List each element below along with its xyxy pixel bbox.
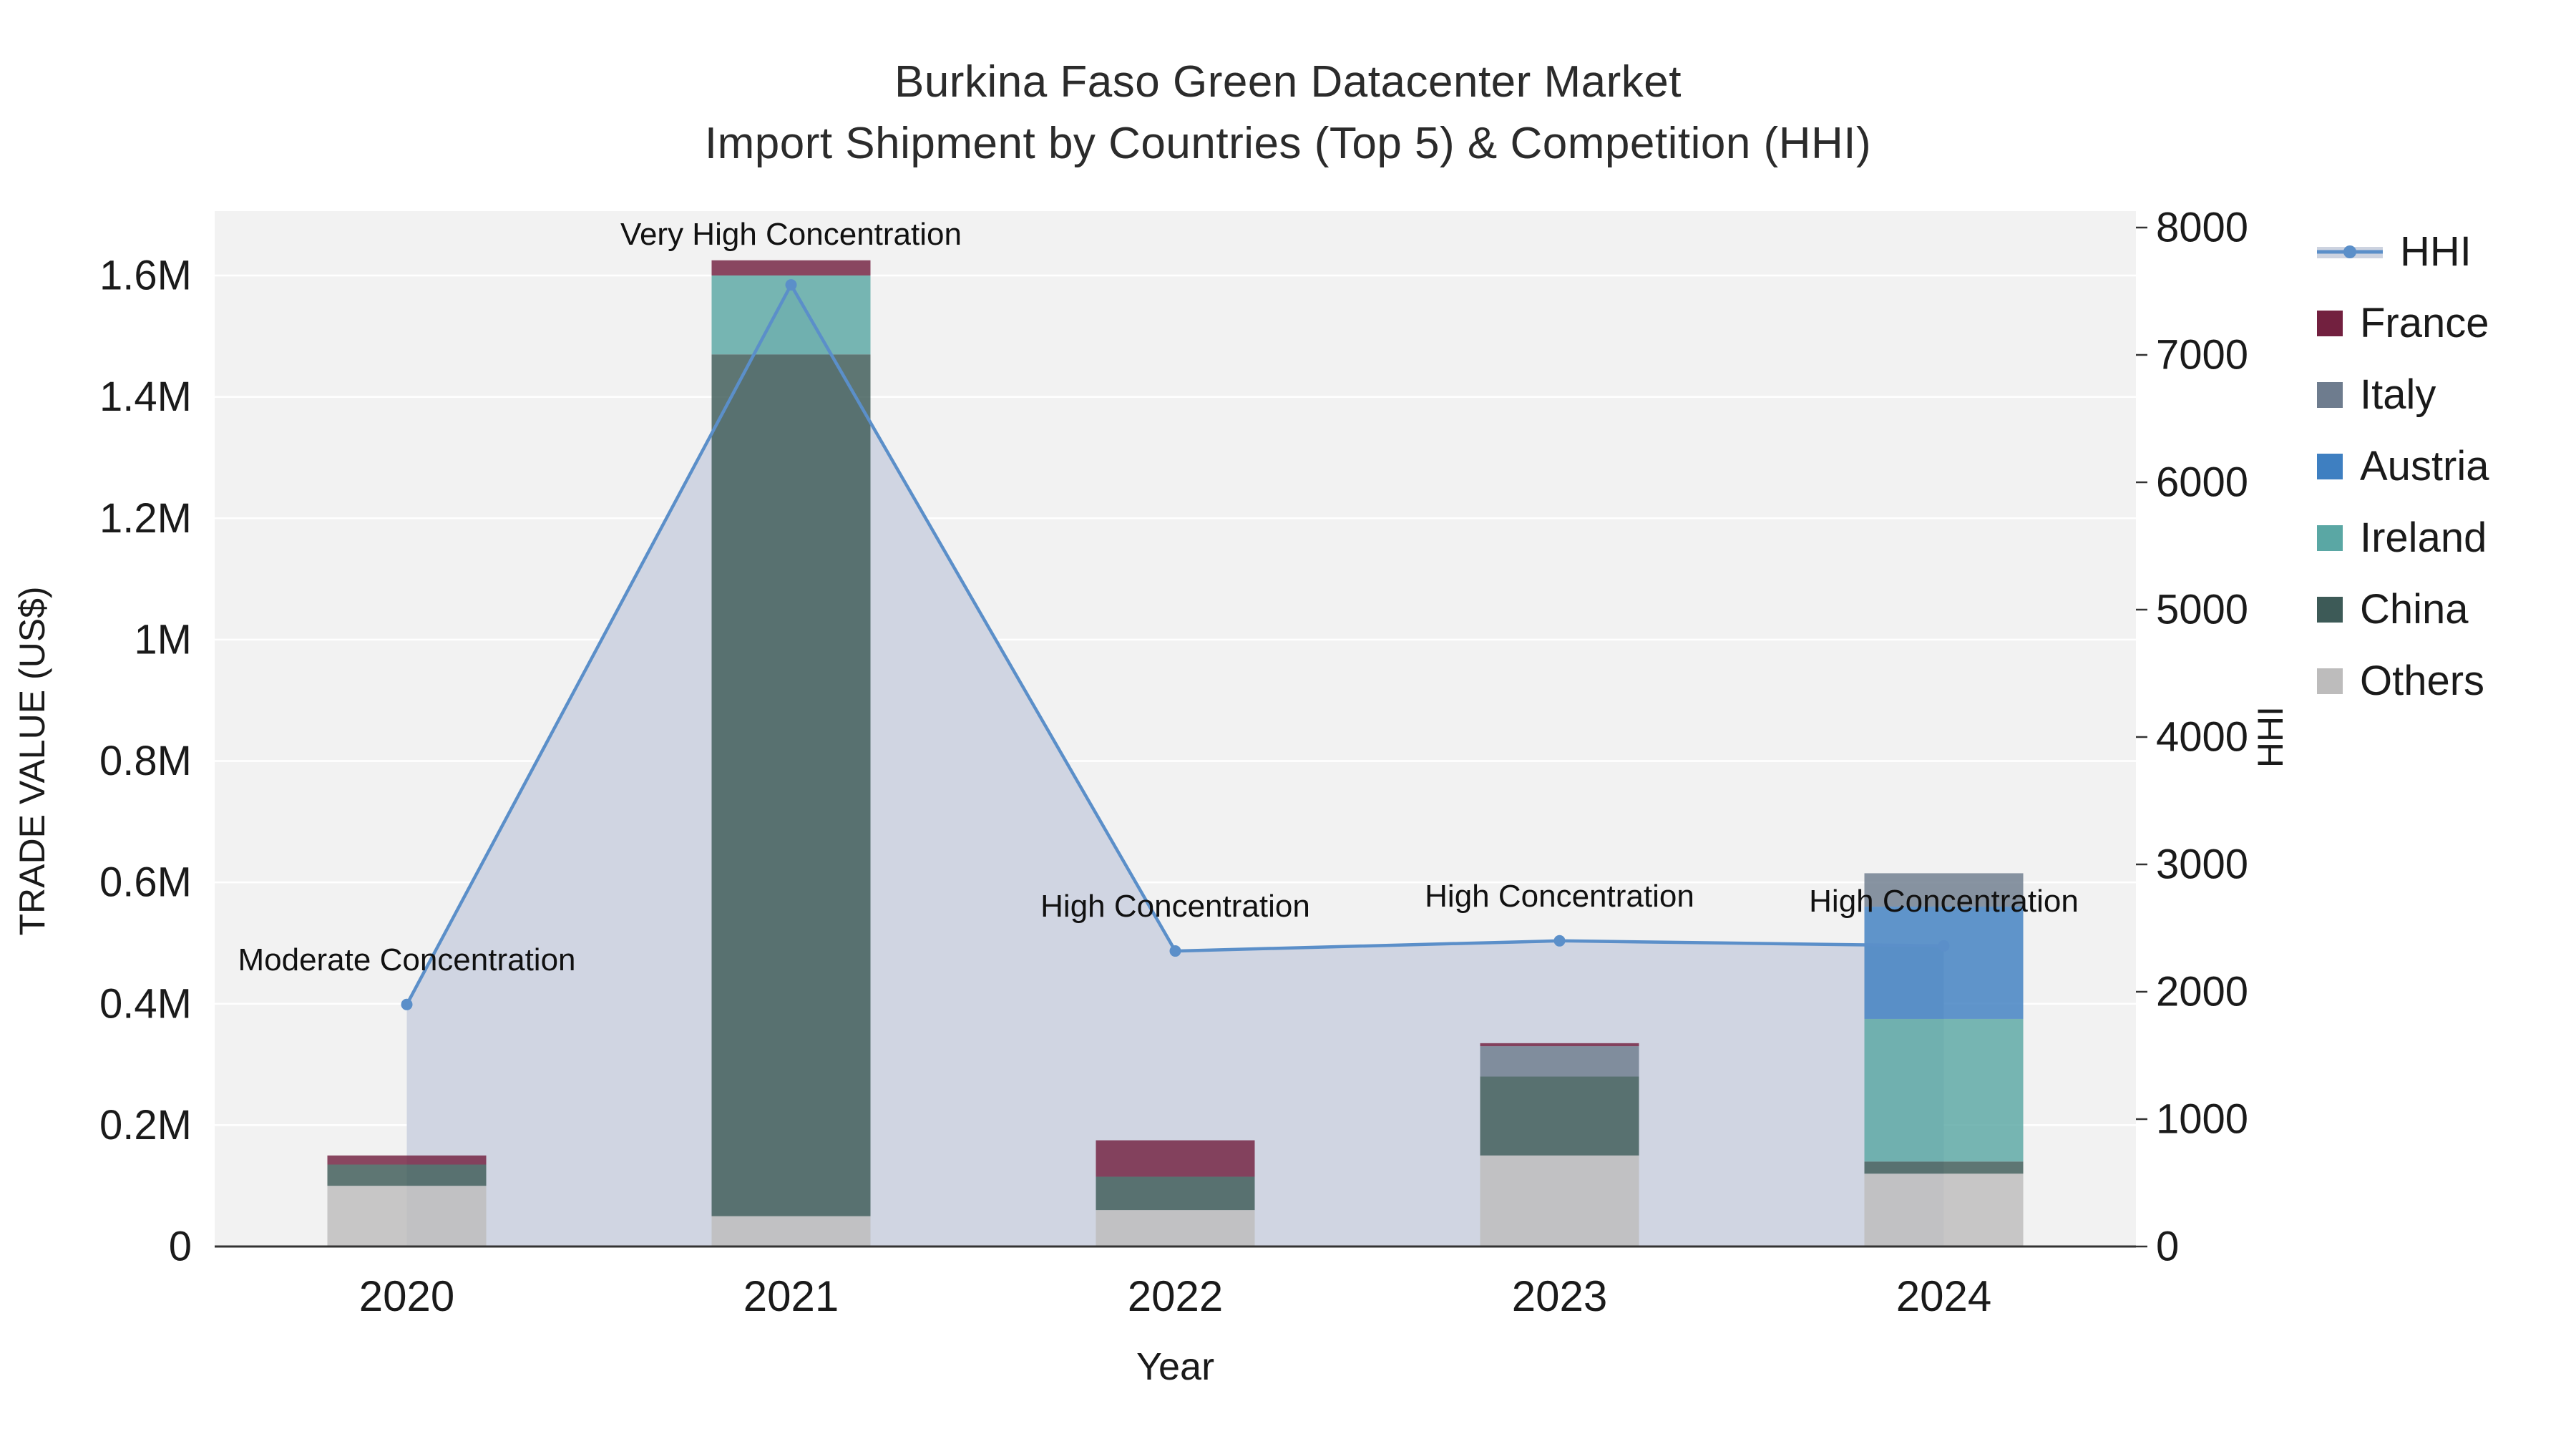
legend-item-china[interactable]: China <box>2317 585 2489 633</box>
italy-legend-swatch <box>2317 381 2343 408</box>
y-right-tick-label: 2000 <box>2156 969 2248 1015</box>
chart-legend: HHI France Italy Austria Ireland China Others <box>2317 228 2489 705</box>
bar-china-2021[interactable] <box>711 354 871 1216</box>
annotation: High Concentration <box>1040 889 1310 924</box>
bar-china-2022[interactable] <box>1096 1176 1255 1211</box>
y-left-tick-label: 0.6M <box>99 859 192 906</box>
legend-item-austria[interactable]: Austria <box>2317 442 2489 490</box>
y-right-tick-label: 8000 <box>2156 205 2248 251</box>
legend-item-italy[interactable]: Italy <box>2317 371 2489 419</box>
y-left-tick-label: 0.2M <box>99 1102 192 1148</box>
bar-others-2024[interactable] <box>1864 1174 2024 1246</box>
x-tick-label: 2021 <box>743 1272 839 1320</box>
y-left-tick-label: 0 <box>169 1224 192 1270</box>
y-left-axis-title: TRADE VALUE (US$) <box>12 586 52 935</box>
chart-container: Burkina Faso Green Datacenter Market Imp… <box>0 0 2576 1449</box>
x-tick-label: 2020 <box>359 1272 454 1320</box>
x-tick-label: 2024 <box>1896 1272 1991 1320</box>
bar-ireland-2024[interactable] <box>1864 1018 2024 1162</box>
y-right-tick-label: 1000 <box>2156 1096 2248 1143</box>
bar-others-2021[interactable] <box>711 1216 871 1246</box>
legend-item-hhi[interactable]: HHI <box>2317 228 2489 275</box>
hhi-point-2021[interactable] <box>785 279 797 291</box>
legend-label: France <box>2360 300 2489 346</box>
hhi-point-2022[interactable] <box>1169 945 1181 957</box>
bar-china-2020[interactable] <box>327 1164 487 1186</box>
y-left-tick-label: 0.8M <box>99 738 192 784</box>
ireland-legend-swatch <box>2317 525 2343 551</box>
bar-others-2022[interactable] <box>1096 1210 1255 1246</box>
y-right-tick-label: 6000 <box>2156 459 2248 506</box>
x-tick-label: 2022 <box>1128 1272 1223 1320</box>
hhi-point-2024[interactable] <box>1938 940 1950 952</box>
legend-item-france[interactable]: France <box>2317 299 2489 347</box>
annotation: Moderate Concentration <box>238 942 575 977</box>
x-axis-title: Year <box>1136 1345 1214 1388</box>
austria-legend-swatch <box>2317 453 2343 479</box>
y-right-tick-label: 4000 <box>2156 714 2248 761</box>
bar-china-2023[interactable] <box>1480 1076 1639 1156</box>
others-legend-swatch <box>2317 668 2343 694</box>
y-right-tick-label: 5000 <box>2156 587 2248 633</box>
y-right-axis-title: HHI <box>2250 706 2290 768</box>
annotation: Very High Concentration <box>620 217 962 252</box>
bar-austria-2024[interactable] <box>1864 907 2024 1019</box>
france-legend-swatch <box>2317 310 2343 336</box>
y-right-tick-label: 0 <box>2156 1224 2179 1270</box>
hhi-legend-swatch <box>2317 245 2383 258</box>
legend-label: Austria <box>2360 443 2489 489</box>
bar-france-2020[interactable] <box>327 1155 487 1165</box>
china-legend-swatch <box>2317 596 2343 623</box>
bar-others-2023[interactable] <box>1480 1155 1639 1246</box>
annotation: High Concentration <box>1809 884 2079 919</box>
y-right-tick-label: 3000 <box>2156 841 2248 888</box>
bar-france-2022[interactable] <box>1096 1140 1255 1177</box>
bar-china-2024[interactable] <box>1864 1161 2024 1174</box>
y-left-tick-label: 1M <box>134 616 192 663</box>
hhi-point-2023[interactable] <box>1553 935 1566 947</box>
bar-italy-2023[interactable] <box>1480 1046 1639 1077</box>
bar-others-2020[interactable] <box>327 1186 487 1246</box>
y-left-tick-label: 1.4M <box>99 374 192 420</box>
chart-plot: 0 0.2M 0.4M 0.6M 0.8M 1M 1.2M 1.4M 1.6M 0 1000 2000… <box>12 205 2290 1389</box>
legend-label: Others <box>2360 658 2485 704</box>
legend-item-others[interactable]: Others <box>2317 657 2489 705</box>
legend-label: Ireland <box>2360 514 2487 561</box>
y-left-tick-label: 0.4M <box>99 980 192 1027</box>
annotation: High Concentration <box>1425 879 1694 914</box>
bar-france-2021[interactable] <box>711 260 871 275</box>
y-right-tick-label: 7000 <box>2156 332 2248 379</box>
legend-label: HHI <box>2400 228 2472 275</box>
bar-france-2023[interactable] <box>1480 1043 1639 1047</box>
y-left-tick-label: 1.2M <box>99 495 192 542</box>
y-left-tick-label: 1.6M <box>99 253 192 299</box>
legend-label: Italy <box>2360 371 2436 418</box>
x-tick-label: 2023 <box>1512 1272 1607 1320</box>
legend-item-ireland[interactable]: Ireland <box>2317 514 2489 562</box>
legend-label: China <box>2360 586 2469 633</box>
hhi-point-2020[interactable] <box>401 998 413 1010</box>
